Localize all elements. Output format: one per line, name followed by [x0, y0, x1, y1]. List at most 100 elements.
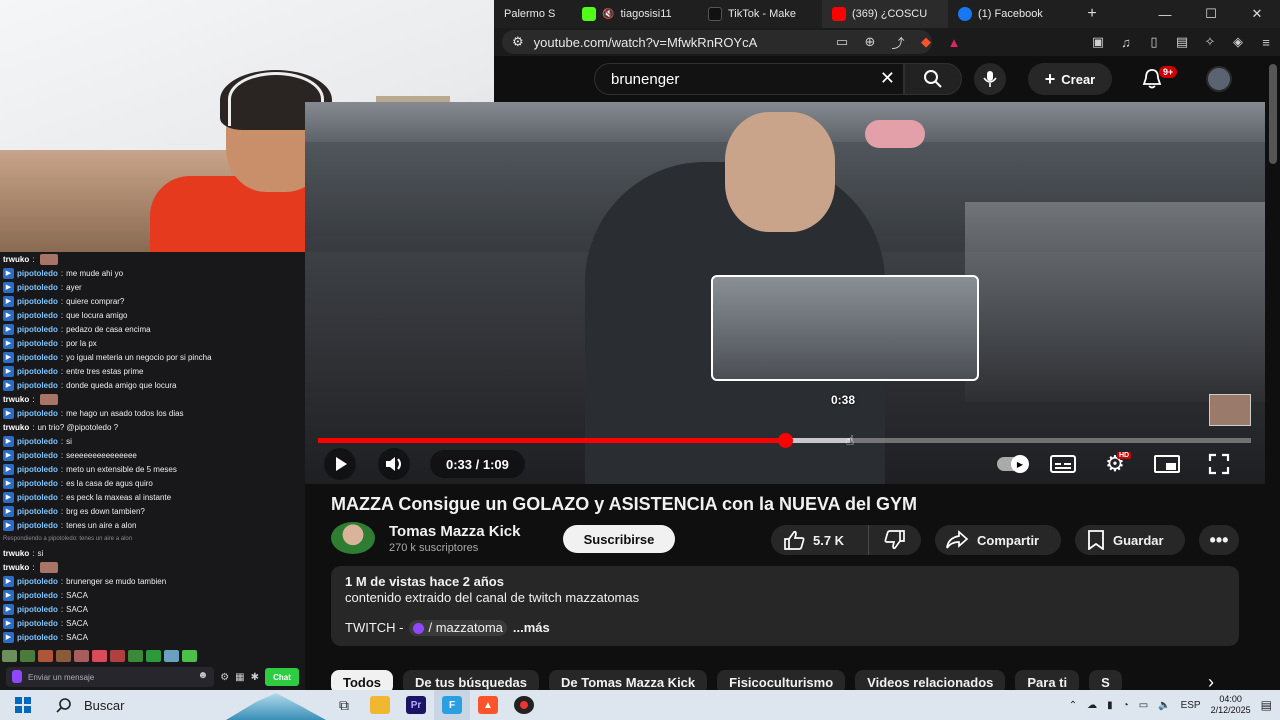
zoom-icon[interactable]: ⊕ [856, 30, 884, 54]
volume-button[interactable] [377, 448, 411, 480]
emote-button[interactable] [74, 650, 89, 662]
chat-username[interactable]: pipotoledo [17, 591, 58, 600]
emote-button[interactable] [128, 650, 143, 662]
subtitles-button[interactable] [1047, 448, 1079, 480]
chat-username[interactable]: pipotoledo [17, 619, 58, 628]
tray-chevron-icon[interactable]: ⌃ [1069, 700, 1077, 711]
new-tab-button[interactable]: + [1072, 0, 1112, 28]
chat-username[interactable]: pipotoledo [17, 437, 58, 446]
account-avatar[interactable] [1206, 66, 1232, 92]
chat-username[interactable]: pipotoledo [17, 521, 58, 530]
cloud-icon[interactable]: ☁ [1087, 700, 1097, 711]
chat-settings-icon[interactable]: ⚙ [220, 672, 229, 683]
more-actions-button[interactable]: ••• [1199, 525, 1239, 555]
like-button[interactable]: 5.7 K [771, 525, 869, 555]
chat-send-button[interactable]: Chat [265, 668, 299, 686]
emote-button[interactable] [2, 650, 17, 662]
menu-icon[interactable]: ≡ [1252, 30, 1280, 54]
chat-username[interactable]: pipotoledo [17, 465, 58, 474]
emote-button[interactable] [20, 650, 35, 662]
description-box[interactable]: 1 M de vistas hace 2 años contenido extr… [331, 566, 1239, 646]
close-window-button[interactable]: ✕ [1234, 0, 1280, 28]
start-button[interactable] [0, 690, 46, 720]
brave-shields-icon[interactable]: ◆ [912, 30, 940, 54]
speaker-icon[interactable]: 🔈 [1158, 700, 1170, 711]
chat-username[interactable]: pipotoledo [17, 577, 58, 586]
wallet-icon[interactable]: ▤ [1168, 30, 1196, 54]
share-icon[interactable]: ⤴ [884, 30, 912, 54]
brave-button[interactable]: ▲ [470, 690, 506, 720]
browser-tab-1[interactable]: Palermo S [494, 0, 572, 28]
chat-username[interactable]: trwuko [3, 255, 29, 264]
chat-username[interactable]: pipotoledo [17, 367, 58, 376]
create-button[interactable]: + Crear [1028, 63, 1112, 95]
chat-username[interactable]: trwuko [3, 395, 29, 404]
channel-name[interactable]: Tomas Mazza Kick [389, 523, 520, 540]
chat-username[interactable]: pipotoledo [17, 311, 58, 320]
clock[interactable]: 04:00 2/12/2025 [1211, 694, 1251, 716]
page-scrollbar[interactable] [1266, 56, 1280, 690]
save-button[interactable]: Guardar [1075, 525, 1185, 555]
maximize-button[interactable]: ☐ [1188, 0, 1234, 28]
autoplay-toggle[interactable]: ▶ [995, 448, 1029, 480]
file-explorer-button[interactable] [362, 690, 398, 720]
cast-icon[interactable]: ▭ [828, 30, 856, 54]
chat-store-icon[interactable]: ▦ [235, 672, 244, 683]
browser-tab-3[interactable]: TikTok - Make [698, 0, 822, 28]
browser-tab-2[interactable]: 🔇 tiagosisi11 [572, 0, 698, 28]
chat-username[interactable]: pipotoledo [17, 605, 58, 614]
channel-avatar[interactable] [331, 522, 375, 554]
chat-username[interactable]: trwuko [3, 549, 29, 558]
chat-username[interactable]: pipotoledo [17, 409, 58, 418]
subscribe-button[interactable]: Suscribirse [563, 525, 675, 553]
miniplayer-button[interactable] [1151, 448, 1183, 480]
emote-button[interactable] [182, 650, 197, 662]
dislike-button[interactable] [869, 525, 921, 555]
brave-rewards-icon[interactable]: ▲ [940, 30, 968, 54]
video-player[interactable]: 0:38 ☝ 0:33 / 1:09 ▶ ⚙ HD [305, 102, 1265, 484]
progress-scrubber[interactable] [777, 433, 793, 448]
emote-button[interactable] [146, 650, 161, 662]
player-thumbnail-icon[interactable] [1209, 394, 1251, 426]
chat-username[interactable]: trwuko [3, 563, 29, 572]
progress-bar[interactable]: ☝ [318, 432, 1251, 448]
chat-username[interactable]: pipotoledo [17, 507, 58, 516]
emote-button[interactable] [164, 650, 179, 662]
notification-center-icon[interactable]: ▤ [1261, 698, 1272, 712]
browser-tab-5[interactable]: (1) Facebook [948, 0, 1072, 28]
settings-button[interactable]: ⚙ HD [1099, 448, 1132, 480]
voice-search-button[interactable] [974, 63, 1006, 95]
input-language[interactable]: ESP [1181, 700, 1201, 711]
premiere-button[interactable]: Pr [398, 690, 434, 720]
search-input[interactable]: brunenger ✕ [594, 63, 904, 95]
chat-username[interactable]: pipotoledo [17, 493, 58, 502]
media-icon[interactable]: ♫ [1112, 30, 1140, 54]
extensions-icon[interactable]: ✧ [1196, 30, 1224, 54]
emote-button[interactable] [38, 650, 53, 662]
chat-username[interactable]: pipotoledo [17, 451, 58, 460]
emote-button[interactable] [92, 650, 107, 662]
minimize-button[interactable]: — [1142, 0, 1188, 28]
chat-username[interactable]: pipotoledo [17, 283, 58, 292]
vpn-icon[interactable]: ◈ [1224, 30, 1252, 54]
chat-username[interactable]: pipotoledo [17, 353, 58, 362]
network-icon[interactable]: ▭ [1139, 700, 1148, 711]
chat-username[interactable]: pipotoledo [17, 339, 58, 348]
site-settings-icon[interactable]: ⚙ [512, 34, 524, 50]
scrollbar-thumb[interactable] [1269, 64, 1277, 164]
gear-icon[interactable]: ✱ [251, 672, 259, 683]
emote-button[interactable] [56, 650, 71, 662]
chat-input[interactable]: Enviar un mensaje ☻ [6, 667, 215, 687]
wifi-icon[interactable]: ◔ [1123, 700, 1129, 711]
show-more-link[interactable]: ...más [513, 620, 550, 636]
chat-username[interactable]: pipotoledo [17, 633, 58, 642]
chat-username[interactable]: pipotoledo [17, 479, 58, 488]
chat-username[interactable]: pipotoledo [17, 325, 58, 334]
chat-username[interactable]: pipotoledo [17, 269, 58, 278]
chat-username[interactable]: pipotoledo [17, 297, 58, 306]
screenshot-icon[interactable]: ▣ [1084, 30, 1112, 54]
taskbar-search[interactable]: Buscar [46, 690, 226, 720]
task-view-button[interactable]: ⧉ [326, 690, 362, 720]
search-button[interactable] [904, 63, 962, 95]
play-button[interactable] [323, 448, 357, 480]
